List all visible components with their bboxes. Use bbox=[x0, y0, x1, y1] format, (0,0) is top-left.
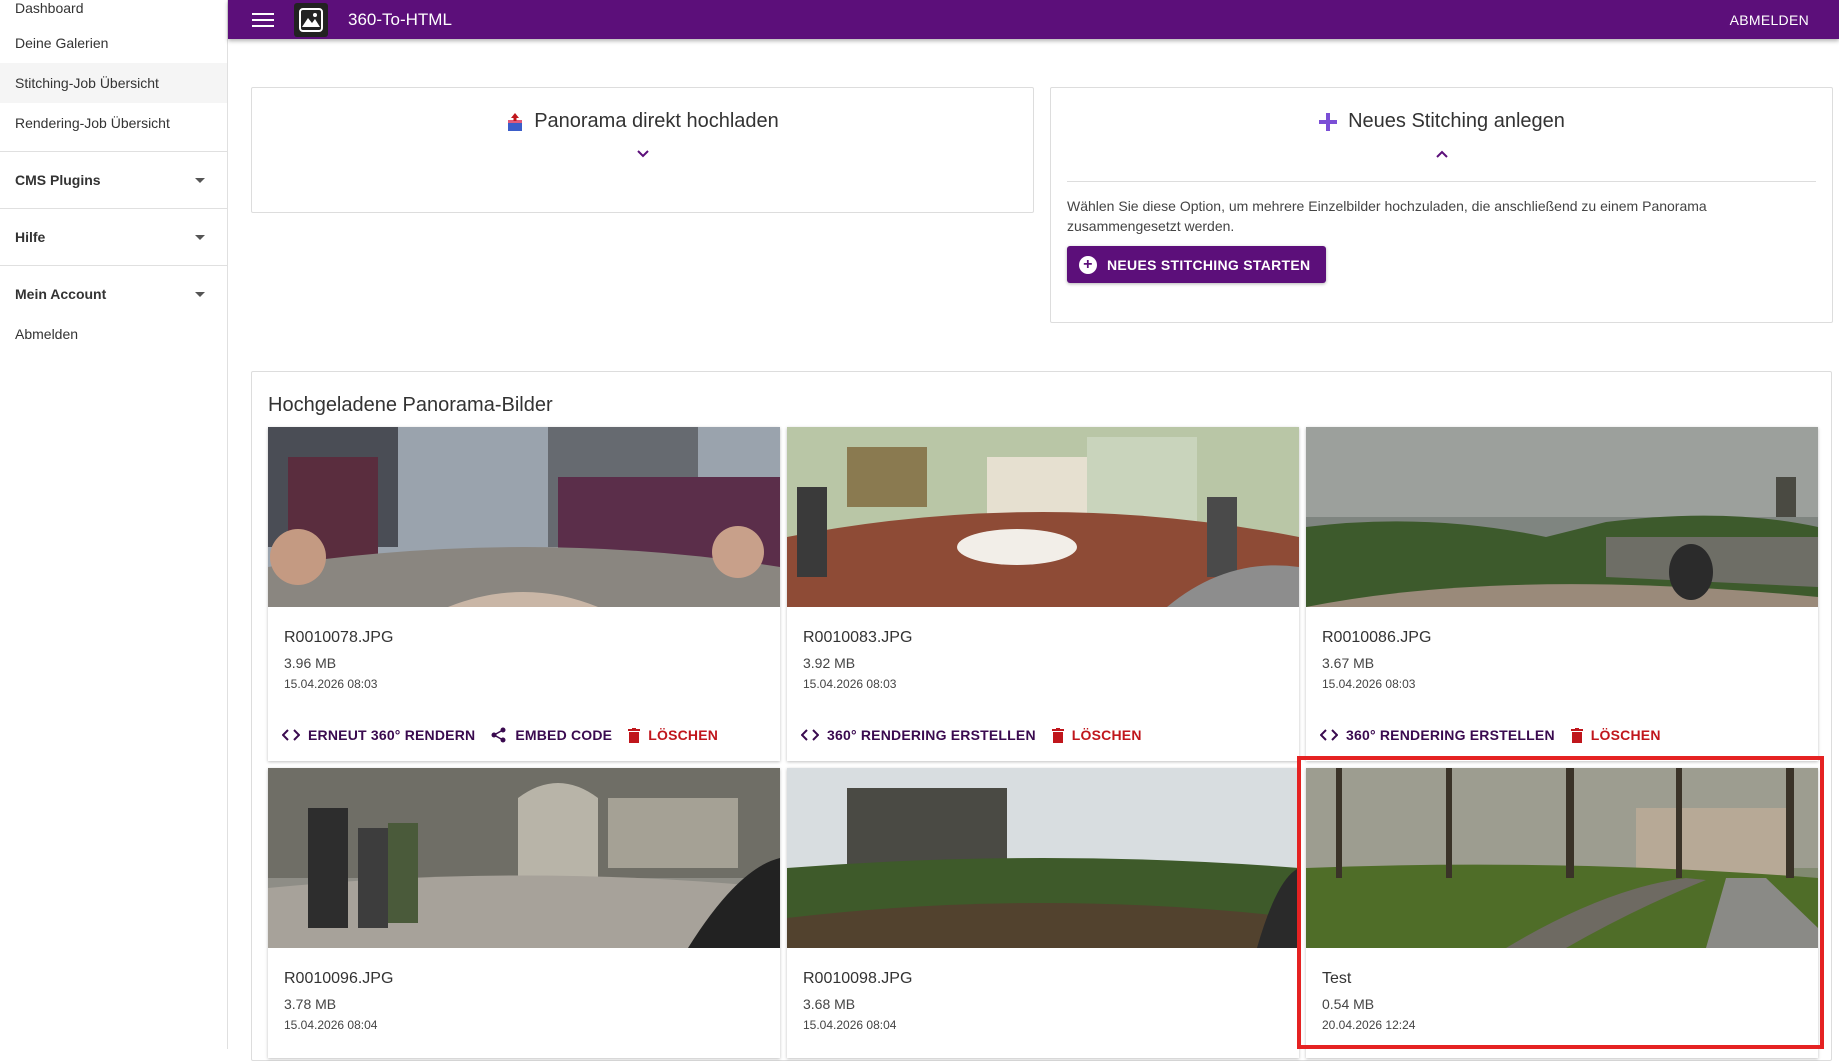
gallery-item: R0010096.JPG 3.78 MB 15.04.2026 08:04 bbox=[268, 768, 780, 1058]
sidebar-item-galleries[interactable]: Deine Galerien bbox=[0, 23, 227, 63]
delete-button[interactable]: LÖSCHEN bbox=[1051, 727, 1142, 743]
code-icon bbox=[1320, 729, 1338, 741]
file-name: Test bbox=[1322, 970, 1352, 987]
sidebar-group-cms-plugins[interactable]: CMS Plugins bbox=[0, 160, 227, 200]
gallery-item: R0010078.JPG 3.96 MB 15.04.2026 08:03 ER… bbox=[268, 427, 780, 761]
add-circle-icon: + bbox=[1079, 255, 1097, 274]
file-name: R0010086.JPG bbox=[1322, 629, 1432, 646]
trash-icon bbox=[1051, 727, 1064, 743]
direct-upload-header[interactable]: Panorama direkt hochladen bbox=[252, 110, 1033, 133]
sidebar: Dashboard Deine Galerien Stitching-Job Ü… bbox=[0, 0, 228, 1049]
direct-upload-card: Panorama direkt hochladen bbox=[251, 87, 1034, 213]
trash-icon bbox=[1570, 727, 1583, 743]
chevron-down-icon[interactable] bbox=[252, 149, 1033, 159]
sidebar-item-stitching-jobs[interactable]: Stitching-Job Übersicht bbox=[0, 63, 227, 103]
file-size: 3.78 MB bbox=[284, 996, 337, 1012]
embed-code-button[interactable]: EMBED CODE bbox=[491, 727, 612, 743]
item-actions: 360° RENDERING ERSTELLEN LÖSCHEN bbox=[801, 725, 1299, 745]
sidebar-item-dashboard[interactable]: Dashboard bbox=[0, 0, 227, 23]
top-app-bar: 360-To-HTML ABMELDEN bbox=[228, 0, 1839, 39]
sidebar-group-help[interactable]: Hilfe bbox=[0, 217, 227, 257]
gallery-title: Hochgeladene Panorama-Bilder bbox=[268, 394, 553, 416]
file-size: 3.67 MB bbox=[1322, 655, 1375, 671]
gallery-item: R0010098.JPG 3.68 MB 15.04.2026 08:04 bbox=[787, 768, 1299, 1058]
file-name: R0010083.JPG bbox=[803, 629, 913, 646]
file-date: 15.04.2026 08:03 bbox=[1322, 677, 1416, 691]
panorama-thumbnail[interactable] bbox=[1306, 427, 1818, 607]
sidebar-item-rendering-jobs[interactable]: Rendering-Job Übersicht bbox=[0, 103, 227, 143]
file-size: 3.96 MB bbox=[284, 655, 337, 671]
gallery-item: Test 0.54 MB 20.04.2026 12:24 bbox=[1306, 768, 1818, 1058]
rerender-button[interactable]: ERNEUT 360° RENDERN bbox=[282, 727, 475, 743]
caret-down-icon bbox=[195, 291, 205, 297]
menu-icon[interactable] bbox=[252, 9, 274, 31]
new-stitching-card: Neues Stitching anlegen Wählen Sie diese… bbox=[1050, 87, 1833, 323]
sidebar-divider bbox=[0, 265, 227, 266]
file-date: 15.04.2026 08:03 bbox=[803, 677, 897, 691]
file-name: R0010096.JPG bbox=[284, 970, 394, 987]
panorama-thumbnail[interactable] bbox=[787, 768, 1299, 948]
create-rendering-button[interactable]: 360° RENDERING ERSTELLEN bbox=[1320, 727, 1555, 743]
file-date: 20.04.2026 12:24 bbox=[1322, 1018, 1416, 1032]
panorama-gallery: Hochgeladene Panorama-Bilder R0010078.JP… bbox=[251, 371, 1832, 1061]
file-date: 15.04.2026 08:04 bbox=[803, 1018, 897, 1032]
start-stitching-button[interactable]: + NEUES STITCHING STARTEN bbox=[1067, 246, 1327, 283]
sidebar-divider bbox=[0, 208, 227, 209]
file-date: 15.04.2026 08:03 bbox=[284, 677, 378, 691]
panorama-thumbnail[interactable] bbox=[787, 427, 1299, 607]
chevron-up-icon[interactable] bbox=[1051, 149, 1832, 159]
delete-button[interactable]: LÖSCHEN bbox=[628, 727, 718, 743]
card-divider bbox=[1067, 181, 1816, 182]
panorama-thumbnail[interactable] bbox=[268, 768, 780, 948]
create-rendering-button[interactable]: 360° RENDERING ERSTELLEN bbox=[801, 727, 1036, 743]
trash-icon bbox=[628, 727, 641, 743]
gallery-item: R0010086.JPG 3.67 MB 15.04.2026 08:03 36… bbox=[1306, 427, 1818, 761]
sidebar-item-logout[interactable]: Abmelden bbox=[0, 314, 227, 354]
file-size: 3.68 MB bbox=[803, 996, 856, 1012]
plus-icon bbox=[1319, 112, 1338, 131]
app-logo bbox=[294, 2, 328, 37]
item-actions: 360° RENDERING ERSTELLEN LÖSCHEN bbox=[1320, 725, 1818, 745]
caret-down-icon bbox=[195, 234, 205, 240]
file-name: R0010098.JPG bbox=[803, 970, 913, 987]
panorama-thumbnail[interactable] bbox=[268, 427, 780, 607]
upload-box-icon bbox=[508, 112, 523, 131]
code-icon bbox=[801, 729, 819, 741]
file-name: R0010078.JPG bbox=[284, 629, 394, 646]
file-date: 15.04.2026 08:04 bbox=[284, 1018, 378, 1032]
file-size: 3.92 MB bbox=[803, 655, 856, 671]
app-title: 360-To-HTML bbox=[348, 9, 452, 29]
code-icon bbox=[282, 729, 300, 741]
item-actions: ERNEUT 360° RENDERN EMBED CODE LÖSCHEN bbox=[282, 725, 780, 745]
share-icon bbox=[491, 727, 506, 743]
gallery-item: R0010083.JPG 3.92 MB 15.04.2026 08:03 36… bbox=[787, 427, 1299, 761]
panorama-thumbnail[interactable] bbox=[1306, 768, 1818, 948]
delete-button[interactable]: LÖSCHEN bbox=[1570, 727, 1661, 743]
stitching-description: Wählen Sie diese Option, um mehrere Einz… bbox=[1067, 198, 1707, 234]
sidebar-divider bbox=[0, 151, 227, 152]
file-size: 0.54 MB bbox=[1322, 996, 1375, 1012]
sidebar-group-account[interactable]: Mein Account bbox=[0, 274, 227, 314]
logout-button[interactable]: ABMELDEN bbox=[1730, 12, 1809, 28]
caret-down-icon bbox=[195, 177, 205, 183]
new-stitching-header[interactable]: Neues Stitching anlegen bbox=[1051, 110, 1832, 133]
